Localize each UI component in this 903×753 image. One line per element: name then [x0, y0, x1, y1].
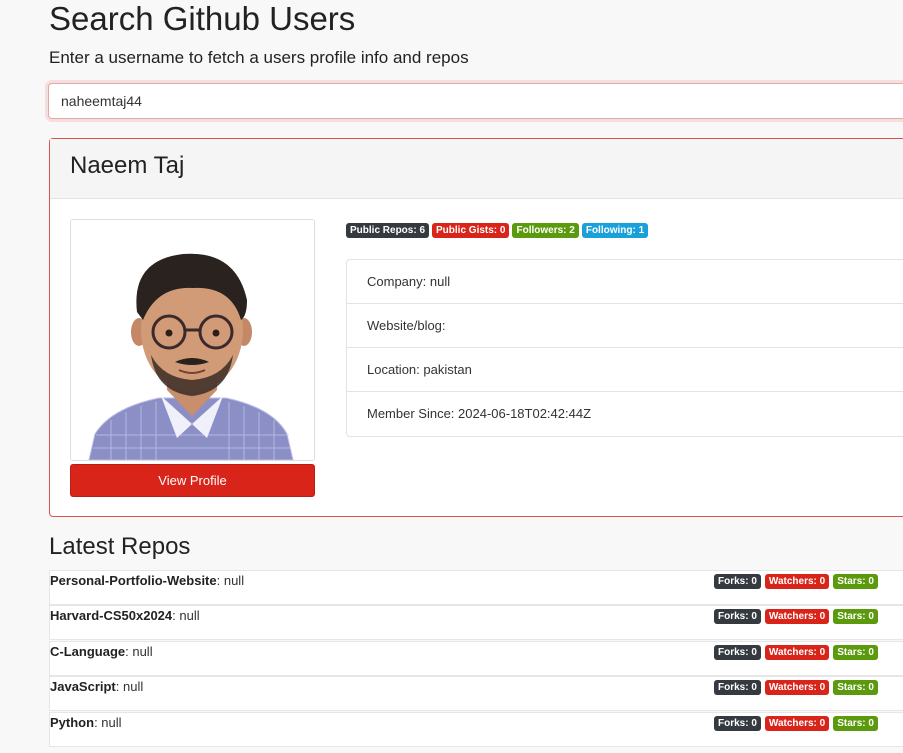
profile-card: Naeem Taj View Profile Public Repos: 6 P…	[49, 138, 903, 517]
profile-name: Naeem Taj	[70, 152, 185, 179]
watchers-badge: Watchers: 0	[764, 609, 830, 624]
profile-card-header: Naeem Taj	[50, 139, 903, 199]
username-search-input[interactable]	[48, 83, 903, 119]
forks-badge: Forks: 0	[714, 680, 761, 695]
repo-name[interactable]: Python	[50, 715, 94, 730]
stars-badge: Stars: 0	[833, 574, 878, 589]
repo-row: C-Language: null Forks: 0 Watchers: 0 St…	[49, 641, 903, 676]
repo-name[interactable]: Personal-Portfolio-Website	[50, 573, 217, 588]
forks-badge: Forks: 0	[714, 716, 761, 731]
repo-row: Harvard-CS50x2024: null Forks: 0 Watcher…	[49, 605, 903, 640]
repo-description: : null	[216, 573, 245, 588]
repo-description: : null	[115, 679, 144, 694]
repo-description: : null	[94, 715, 122, 730]
member-since-item: Member Since: 2024-06-18T02:42:44Z	[367, 406, 592, 421]
watchers-badge: Watchers: 0	[764, 716, 830, 731]
company-item: Company: null	[347, 260, 903, 304]
latest-repos-heading: Latest Repos	[49, 533, 191, 560]
stars-badge: Stars: 0	[833, 609, 878, 624]
forks-badge: Forks: 0	[714, 645, 761, 660]
repo-row: Personal-Portfolio-Website: null Forks: …	[49, 570, 903, 605]
location-item: Location: pakistan	[347, 348, 903, 392]
forks-badge: Forks: 0	[714, 609, 761, 624]
stars-badge: Stars: 0	[833, 680, 878, 695]
repo-name[interactable]: JavaScript	[50, 679, 116, 694]
avatar	[70, 219, 315, 461]
followers-badge: Followers: 2	[512, 223, 579, 238]
stars-badge: Stars: 0	[833, 645, 878, 660]
profile-stats-badges: Public Repos: 6 Public Gists: 0 Follower…	[346, 223, 649, 238]
following-badge: Following: 1	[581, 223, 649, 238]
repo-row: JavaScript: null Forks: 0 Watchers: 0 St…	[49, 676, 903, 711]
profile-photo	[71, 220, 314, 460]
watchers-badge: Watchers: 0	[764, 574, 830, 589]
profile-info-list: Company: null Website/blog: Location: pa…	[346, 259, 903, 437]
forks-badge: Forks: 0	[714, 574, 761, 589]
view-profile-button[interactable]: View Profile	[70, 464, 315, 497]
stars-badge: Stars: 0	[833, 716, 878, 731]
watchers-badge: Watchers: 0	[764, 645, 830, 660]
public-gists-badge: Public Gists: 0	[432, 223, 510, 238]
watchers-badge: Watchers: 0	[764, 680, 830, 695]
repo-name[interactable]: C-Language	[50, 644, 125, 659]
public-repos-badge: Public Repos: 6	[346, 223, 430, 238]
page-subtitle: Enter a username to fetch a users profil…	[49, 48, 469, 67]
repo-description: : null	[172, 608, 200, 623]
repo-row: Python: null Forks: 0 Watchers: 0 Stars:…	[49, 712, 903, 747]
repo-description: : null	[125, 644, 153, 659]
page-title: Search Github Users	[49, 0, 356, 37]
website-item: Website/blog:	[347, 304, 903, 348]
repo-name[interactable]: Harvard-CS50x2024	[50, 608, 172, 623]
